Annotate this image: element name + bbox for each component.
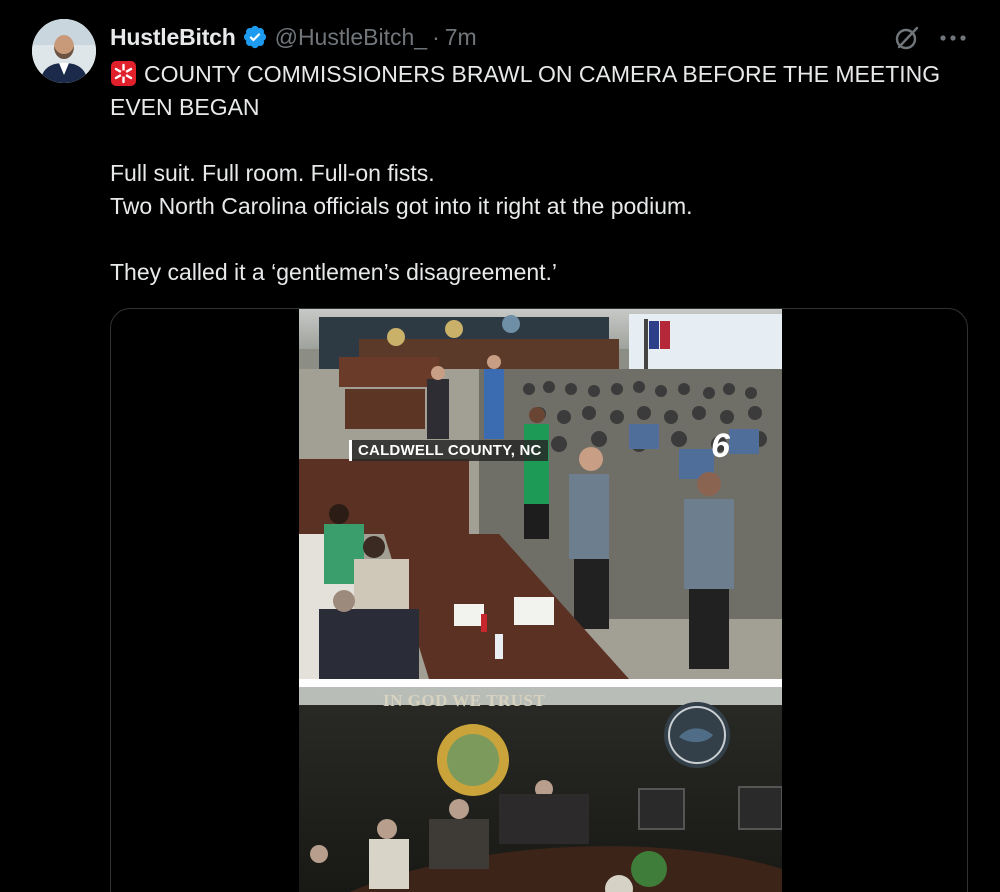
siren-emoji-icon: [110, 60, 137, 87]
author-display-name[interactable]: HustleBitch: [110, 24, 236, 51]
video-still-illustration: [299, 309, 783, 892]
tweet-headline: COUNTY COMMISSIONERS BRAWL ON CAMERA BEF…: [110, 61, 941, 120]
tweet-text: COUNTY COMMISSIONERS BRAWL ON CAMERA BEF…: [110, 58, 950, 289]
tweet-timestamp[interactable]: 7m: [445, 24, 477, 51]
tweet-media-video[interactable]: CALDWELL COUNTY, NC 6 IN GOD WE TRUST: [110, 308, 968, 892]
tweet-headline-paragraph: COUNTY COMMISSIONERS BRAWL ON CAMERA BEF…: [110, 58, 950, 124]
video-frame[interactable]: CALDWELL COUNTY, NC 6 IN GOD WE TRUST: [299, 309, 783, 892]
wall-motto: IN GOD WE TRUST: [383, 691, 546, 710]
separator-dot: ·: [432, 23, 440, 50]
author-handle[interactable]: @HustleBitch_: [275, 24, 427, 51]
more-options-icon[interactable]: [938, 24, 968, 52]
tweet-header: HustleBitch @HustleBitch_ · 7m: [110, 22, 477, 52]
tweet-line-2: Two North Carolina officials got into it…: [110, 193, 693, 219]
tweet-line-3: They called it a ‘gentlemen’s disagreeme…: [110, 259, 558, 285]
tweet[interactable]: HustleBitch @HustleBitch_ · 7m COUNTY CO…: [0, 0, 1000, 892]
avatar[interactable]: [32, 19, 96, 83]
tweet-line-1: Full suit. Full room. Full-on fists.: [110, 160, 435, 186]
grok-icon[interactable]: [893, 24, 921, 52]
verified-badge-icon[interactable]: [242, 24, 268, 50]
video-chyron: CALDWELL COUNTY, NC: [349, 440, 548, 461]
channel-logo: 6: [711, 427, 730, 465]
